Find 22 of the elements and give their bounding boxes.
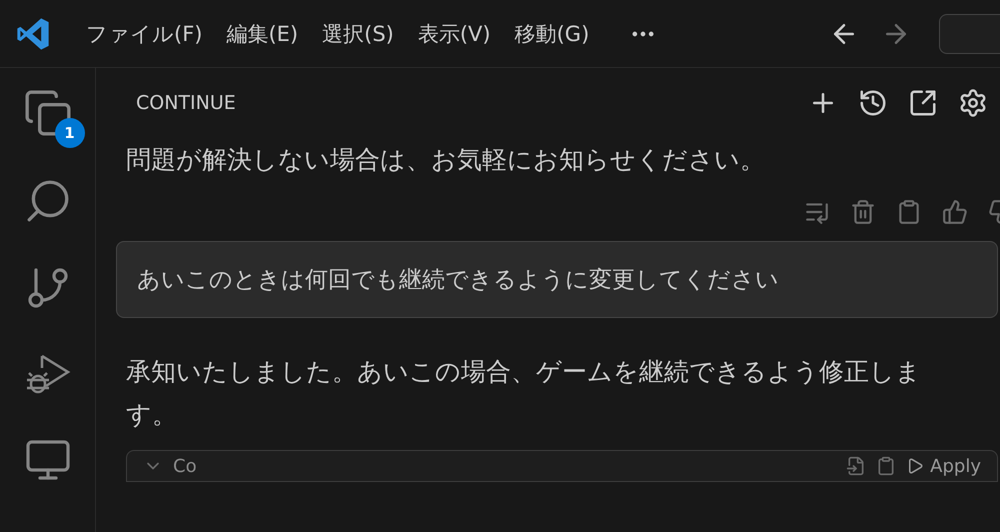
search-field[interactable] [939,14,1000,54]
open-external-icon[interactable] [908,88,938,118]
app-logo-icon [16,16,50,50]
menu-item[interactable]: 表示(V) [406,20,503,48]
menu-item[interactable]: 編集(E) [214,20,310,48]
user-message: あいこのときは何回でも継続できるように変更してください [116,241,998,318]
menu-item[interactable]: ファイル(F) [74,20,214,48]
history-icon[interactable] [858,88,888,118]
menu-item[interactable]: 移動(G) [502,20,602,48]
thumbs-up-icon[interactable] [942,199,968,225]
clipboard-icon[interactable] [876,456,896,476]
insert-file-icon[interactable] [846,456,866,476]
menu-item[interactable]: 選択(S) [310,20,406,48]
notification-badge: 1 [54,118,84,148]
play-icon [906,457,924,475]
code-label: Co [173,456,198,476]
assistant-message: 承知いたしました。あいこの場合、ゲームを継続できるよう修正します。 [125,356,922,431]
apply-button[interactable]: Apply [906,456,981,476]
panel-title: CONTINUE [136,92,236,114]
trash-icon[interactable] [850,199,876,225]
settings-icon[interactable] [958,88,988,118]
assistant-message: 問題が解決しない場合は、お気軽にお知らせください。 [125,144,766,176]
